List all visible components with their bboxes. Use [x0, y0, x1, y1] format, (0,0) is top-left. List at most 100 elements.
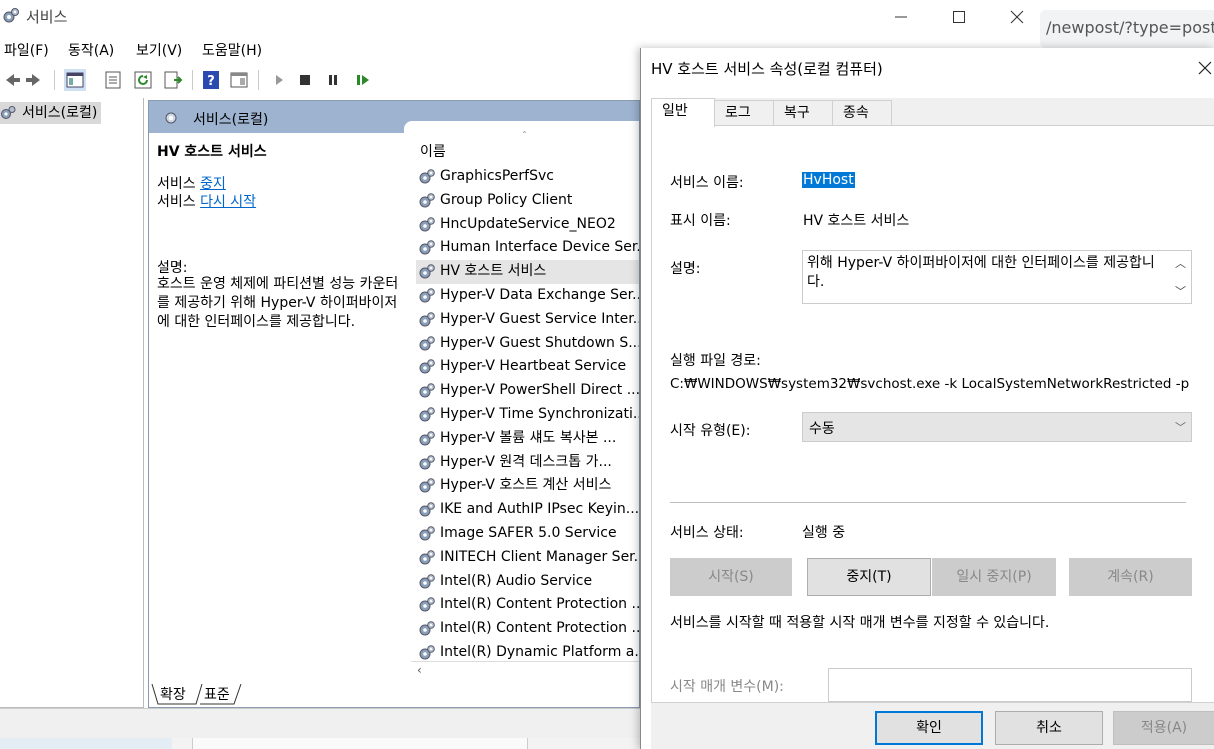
exe-path-value[interactable]: C:₩WINDOWS₩system32₩svchost.exe -k Local…	[670, 376, 1189, 392]
service-row-name: Intel(R) Dynamic Platform a...	[440, 643, 640, 660]
strip-segment	[0, 738, 172, 749]
pause-button[interactable]: 일시 중지(P)	[932, 558, 1056, 596]
start-button[interactable]: 시작(S)	[670, 558, 792, 596]
table-row[interactable]: Hyper-V Heartbeat Service	[416, 355, 639, 379]
service-row-name: Hyper-V PowerShell Direct ...	[440, 382, 640, 399]
restart-icon[interactable]	[352, 69, 374, 91]
table-row[interactable]: Intel(R) Content Protection ...	[416, 593, 639, 617]
description-value: 위해 Hyper-V 하이퍼바이저에 대한 인터페이스를 제공합니다.	[807, 255, 1155, 290]
service-name-value[interactable]: HvHost	[802, 172, 855, 188]
minimize-button[interactable]	[872, 0, 930, 32]
close-icon[interactable]	[1195, 58, 1214, 78]
table-row[interactable]: HV 호스트 서비스	[416, 260, 639, 284]
dialog-body: 일반 로그온 복구 종속성 서비스 이름: HvHost 표시 이름: HV 호…	[651, 98, 1214, 749]
tab-recovery[interactable]: 복구	[773, 100, 833, 126]
table-row[interactable]: Hyper-V Guest Shutdown S...	[416, 332, 639, 356]
restart-service-link[interactable]: 다시 시작	[200, 194, 256, 210]
table-row[interactable]: Intel(R) Audio Service	[416, 570, 639, 594]
table-row[interactable]: IKE and AuthIP IPsec Keyin...	[416, 498, 639, 522]
status-bar	[0, 708, 640, 738]
service-status-label: 서비스 상태:	[670, 525, 744, 541]
close-icon	[1010, 10, 1024, 24]
console-tree-icon[interactable]	[64, 69, 86, 91]
menu-help[interactable]: 도움말(H)	[202, 40, 262, 60]
close-window-button[interactable]	[988, 0, 1046, 32]
ok-button[interactable]: 확인	[875, 711, 983, 745]
window-title: 서비스	[26, 8, 68, 26]
gears-icon	[419, 478, 435, 493]
maximize-button[interactable]	[930, 0, 988, 32]
service-rows: GraphicsPerfSvc Group Policy Client HncUpd…	[416, 165, 640, 665]
startup-type-select[interactable]: 수동 ﹀	[802, 412, 1192, 442]
back-icon[interactable]	[0, 69, 22, 91]
table-row[interactable]: Human Interface Device Ser...	[416, 236, 639, 260]
browser-address-bar[interactable]: /newpost/?type=post	[1040, 10, 1214, 48]
gears-icon	[419, 264, 435, 279]
play-icon[interactable]	[268, 69, 290, 91]
table-row[interactable]: GraphicsPerfSvc	[416, 165, 639, 189]
table-row[interactable]: Intel(R) Content Protection ...	[416, 617, 639, 641]
stop-service-link[interactable]: 중지	[200, 176, 226, 192]
apply-button[interactable]: 적용(A)	[1113, 711, 1214, 745]
service-row-name: Hyper-V Data Exchange Ser...	[440, 286, 640, 303]
table-row[interactable]: Hyper-V Time Synchronizati...	[416, 403, 640, 427]
tab-standard[interactable]: 표준	[200, 684, 234, 706]
service-row-name: INITECH Client Manager Ser...	[440, 548, 640, 565]
gears-icon	[419, 288, 435, 303]
table-row[interactable]: Hyper-V Data Exchange Ser...	[416, 284, 640, 308]
gears-icon	[1, 106, 16, 119]
help-icon[interactable]: ?	[200, 69, 222, 91]
startup-type-label: 시작 유형(E):	[670, 423, 751, 439]
stop-line: 서비스 중지	[157, 175, 401, 193]
table-row[interactable]: Hyper-V 볼륨 섀도 복사본 ...	[416, 427, 639, 451]
start-params-input[interactable]	[828, 668, 1192, 702]
toolbar-separator	[258, 70, 259, 90]
menu-file[interactable]: 파일(F)	[4, 40, 49, 60]
export-list-icon[interactable]	[162, 69, 184, 91]
gears-icon	[419, 169, 435, 184]
browser-url: /newpost/?type=post	[1046, 18, 1214, 37]
dialog-footer: 확인 취소 적용(A)	[651, 703, 1214, 749]
table-row[interactable]: Hyper-V 호스트 계산 서비스	[416, 474, 639, 498]
refresh-icon[interactable]	[132, 69, 154, 91]
tab-dependencies[interactable]: 종속성	[832, 100, 892, 145]
table-row[interactable]: Image SAFER 5.0 Service	[416, 522, 639, 546]
menu-action[interactable]: 동작(A)	[68, 40, 114, 60]
service-row-name: Hyper-V 볼륨 섀도 복사본 ...	[440, 429, 617, 446]
tab-logon[interactable]: 로그온	[714, 100, 774, 145]
forward-icon[interactable]	[24, 69, 46, 91]
pause-icon[interactable]	[322, 69, 344, 91]
resume-button[interactable]: 계속(R)	[1069, 558, 1192, 596]
stop-icon[interactable]	[294, 69, 316, 91]
description-panel: HV 호스트 서비스 서비스 중지 서비스 다시 시작	[157, 141, 401, 211]
description-text: 호스트 운영 체제에 파티션별 성능 카운터를 제공하기 위해 Hyper-V …	[157, 276, 399, 330]
scroll-up-icon[interactable]: ︿	[1175, 255, 1186, 271]
tree-item-services-local[interactable]: 서비스(로컬)	[0, 102, 102, 124]
stop-button[interactable]: 중지(T)	[807, 558, 931, 596]
service-row-name: Hyper-V 원격 데스크톱 가...	[440, 453, 612, 470]
menu-view[interactable]: 보기(V)	[136, 40, 182, 60]
description-field[interactable]: 위해 Hyper-V 하이퍼바이저에 대한 인터페이스를 제공합니다. ︿ ﹀	[802, 250, 1192, 304]
tab-extended[interactable]: 확장	[156, 684, 190, 706]
table-row[interactable]: Hyper-V 원격 데스크톱 가...	[416, 451, 639, 475]
display-name-value[interactable]: HV 호스트 서비스	[803, 210, 909, 230]
table-row[interactable]: HncUpdateService_NEO2	[416, 213, 639, 237]
scroll-left-icon[interactable]: ‹	[417, 663, 422, 677]
table-row[interactable]: Hyper-V PowerShell Direct ...	[416, 379, 640, 403]
service-row-name: Hyper-V Time Synchronizati...	[440, 405, 640, 422]
toolbar: ?	[0, 64, 640, 94]
column-header-name[interactable]: 이름	[420, 141, 446, 161]
svg-text:?: ?	[207, 74, 215, 89]
gears-icon	[3, 8, 19, 23]
cancel-button[interactable]: 취소	[995, 711, 1103, 745]
properties-icon[interactable]	[102, 69, 124, 91]
start-params-hint: 서비스를 시작할 때 적용할 시작 매개 변수를 지정할 수 있습니다.	[670, 615, 1050, 631]
view-pane-icon[interactable]	[228, 69, 250, 91]
scroll-down-icon[interactable]: ﹀	[1175, 283, 1186, 299]
tab-general[interactable]: 일반	[651, 98, 715, 127]
description-label: 설명:	[670, 261, 701, 277]
horizontal-scrollbar[interactable]: ‹	[411, 661, 639, 679]
table-row[interactable]: Hyper-V Guest Service Inter...	[416, 308, 639, 332]
table-row[interactable]: Group Policy Client	[416, 189, 639, 213]
table-row[interactable]: INITECH Client Manager Ser...	[416, 546, 640, 570]
